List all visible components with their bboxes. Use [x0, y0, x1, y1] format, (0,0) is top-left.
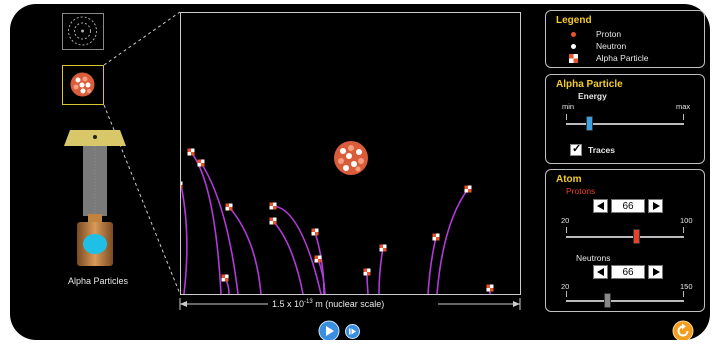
- simulation-frame: Alpha Particles 1.5 x 10-13 m (nuclear s…: [10, 4, 710, 340]
- neutrons-max-label: 150: [680, 282, 693, 291]
- energy-slider-knob[interactable]: [586, 116, 594, 131]
- neutrons-label: Neutrons: [576, 253, 611, 263]
- scale-label-prefix: 1.5 x 10: [272, 299, 305, 309]
- protons-slider-track[interactable]: [566, 236, 684, 238]
- energy-max-tick: [683, 114, 684, 120]
- scale-label-suffix: m (nuclear scale): [312, 299, 385, 309]
- protons-min-label: 20: [561, 216, 570, 225]
- scale-label-exponent: -13: [304, 299, 313, 305]
- play-button[interactable]: [318, 320, 340, 340]
- proton-legend-icon: [571, 32, 576, 37]
- legend-panel: Legend Proton Neutron Alpha Particle: [545, 10, 705, 68]
- protons-decrease-button[interactable]: [593, 199, 608, 213]
- neutrons-slider-track[interactable]: [566, 300, 684, 302]
- energy-slider-track[interactable]: [566, 123, 684, 125]
- neutrons-increase-button[interactable]: [648, 265, 663, 279]
- step-button[interactable]: [345, 324, 360, 339]
- protons-slider-knob[interactable]: [633, 229, 640, 244]
- legend-proton-label: Proton: [596, 29, 622, 39]
- alpha-particle-legend-icon: [569, 54, 578, 63]
- legend-alpha-label: Alpha Particle: [596, 53, 649, 63]
- reset-button[interactable]: [672, 320, 694, 340]
- neutrons-min-label: 20: [561, 282, 570, 291]
- atom-panel-title: Atom: [556, 174, 582, 185]
- protons-max-label: 100: [680, 216, 693, 225]
- neutrons-value[interactable]: 66: [611, 265, 645, 279]
- alpha-panel-title: Alpha Particle: [556, 79, 623, 90]
- protons-label: Protons: [566, 186, 596, 196]
- energy-min-tick: [566, 114, 567, 120]
- neutron-legend-icon: [571, 44, 576, 49]
- energy-min-label: min: [562, 102, 575, 111]
- legend-neutron-label: Neutron: [596, 41, 627, 51]
- neutrons-min-tick: [566, 291, 567, 297]
- alpha-particle-panel: Alpha Particle Energy min max ✓ Traces: [545, 74, 705, 164]
- check-icon: ✓: [572, 143, 582, 155]
- app-window: Alpha Particles 1.5 x 10-13 m (nuclear s…: [0, 0, 720, 345]
- atom-panel: Atom Protons 66 20 100 Neutrons 66 20 15…: [545, 169, 705, 312]
- energy-max-label: max: [676, 102, 691, 111]
- neutrons-slider-knob[interactable]: [604, 293, 611, 308]
- traces-label: Traces: [588, 145, 615, 155]
- traces-checkbox[interactable]: ✓: [570, 143, 582, 156]
- neutrons-max-tick: [683, 291, 684, 297]
- protons-value[interactable]: 66: [611, 199, 645, 213]
- protons-increase-button[interactable]: [648, 199, 663, 213]
- energy-label: Energy: [578, 91, 607, 101]
- scale-label: 1.5 x 10-13 m (nuclear scale): [272, 299, 384, 309]
- neutrons-decrease-button[interactable]: [593, 265, 608, 279]
- legend-title: Legend: [556, 15, 592, 26]
- protons-max-tick: [683, 227, 684, 233]
- protons-min-tick: [566, 227, 567, 233]
